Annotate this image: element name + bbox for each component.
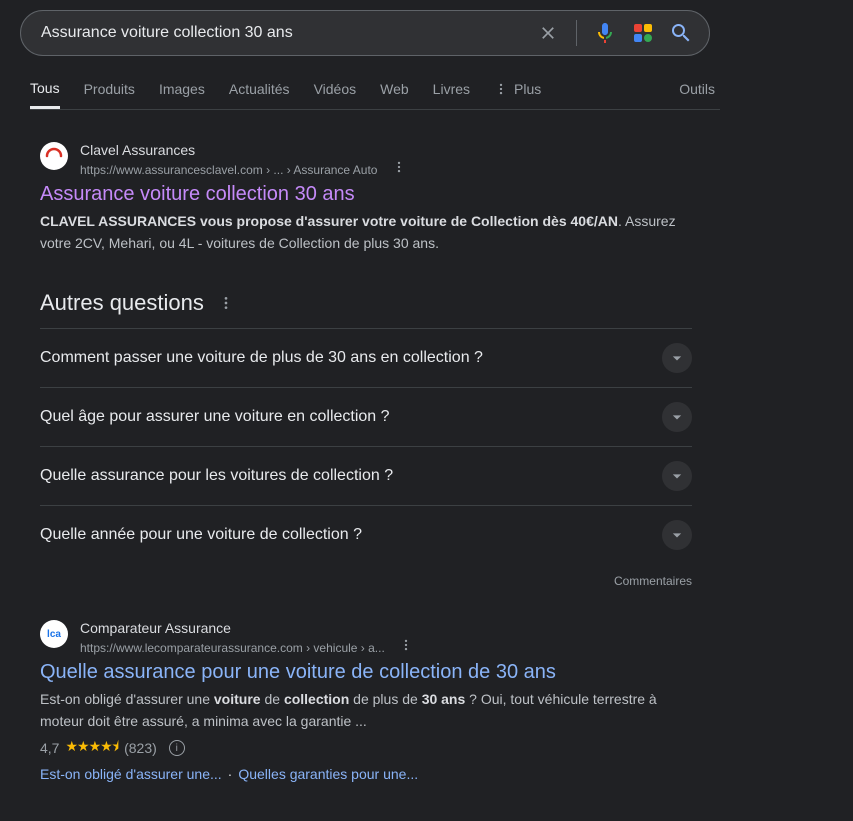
sublink[interactable]: Est-on obligé d'assurer une... [40, 766, 222, 782]
paa-question-text: Comment passer une voiture de plus de 30… [40, 349, 483, 367]
tab-more[interactable]: Plus [494, 81, 541, 108]
chevron-down-icon [662, 461, 692, 491]
result-title[interactable]: Assurance voiture collection 30 ans [40, 183, 692, 206]
paa-question[interactable]: Quelle année pour une voiture de collect… [40, 505, 692, 564]
paa-question[interactable]: Comment passer une voiture de plus de 30… [40, 328, 692, 387]
paa-question-text: Quelle assurance pour les voitures de co… [40, 467, 393, 485]
tab-products[interactable]: Produits [84, 81, 135, 108]
site-info[interactable]: Clavel Assurances https://www.assurances… [80, 140, 692, 179]
tab-more-label: Plus [514, 81, 541, 97]
chevron-down-icon [662, 520, 692, 550]
tabs-bar: Tous Produits Images Actualités Vidéos W… [30, 80, 720, 110]
result-favicon [40, 142, 68, 170]
chevron-down-icon [662, 402, 692, 432]
site-info[interactable]: Comparateur Assurance https://www.lecomp… [80, 618, 692, 657]
chevron-down-icon [662, 343, 692, 373]
results-container: Clavel Assurances https://www.assurances… [40, 140, 692, 782]
clear-icon[interactable] [536, 21, 560, 45]
site-url: https://www.assurancesclavel.com › ... ›… [80, 163, 377, 177]
snippet-bold: CLAVEL ASSURANCES vous propose d'assurer… [40, 213, 618, 229]
result-title[interactable]: Quelle assurance pour une voiture de col… [40, 661, 692, 684]
search-bar [20, 10, 710, 56]
result-menu-icon[interactable] [393, 638, 419, 652]
result-header: Clavel Assurances https://www.assurances… [40, 140, 692, 179]
info-icon[interactable]: i [169, 740, 185, 756]
site-name: Comparateur Assurance [80, 618, 692, 638]
rating-row: 4,7 ★★★★⯨ (823) i [40, 736, 692, 760]
rating-value: 4,7 [40, 740, 59, 756]
result-favicon: lca [40, 620, 68, 648]
paa-question[interactable]: Quelle assurance pour les voitures de co… [40, 446, 692, 505]
tab-images[interactable]: Images [159, 81, 205, 108]
result-header: lca Comparateur Assurance https://www.le… [40, 618, 692, 657]
search-icon[interactable] [669, 21, 693, 45]
tools-button[interactable]: Outils [679, 81, 715, 108]
tab-books[interactable]: Livres [433, 81, 470, 108]
vote-count: (823) [124, 740, 157, 756]
search-result: Clavel Assurances https://www.assurances… [40, 140, 692, 254]
voice-search-icon[interactable] [593, 21, 617, 45]
tab-web[interactable]: Web [380, 81, 409, 108]
result-menu-icon[interactable] [386, 160, 412, 174]
paa-question-text: Quel âge pour assurer une voiture en col… [40, 408, 390, 426]
more-dots-icon [494, 82, 508, 96]
tab-all[interactable]: Tous [30, 80, 60, 109]
paa-question-text: Quelle année pour une voiture de collect… [40, 526, 362, 544]
search-result: lca Comparateur Assurance https://www.le… [40, 618, 692, 782]
star-icon: ★★★★⯨ [65, 736, 118, 760]
paa-feedback[interactable]: Commentaires [40, 574, 692, 588]
site-url: https://www.lecomparateurassurance.com ›… [80, 641, 385, 655]
search-actions [536, 20, 699, 46]
lens-search-icon[interactable] [631, 21, 655, 45]
paa-menu-icon[interactable] [218, 295, 234, 311]
tab-news[interactable]: Actualités [229, 81, 290, 108]
result-snippet: CLAVEL ASSURANCES vous propose d'assurer… [40, 210, 692, 254]
site-name: Clavel Assurances [80, 140, 692, 160]
paa-question[interactable]: Quel âge pour assurer une voiture en col… [40, 387, 692, 446]
result-sublinks: Est-on obligé d'assurer une...·Quelles g… [40, 766, 692, 782]
tab-videos[interactable]: Vidéos [314, 81, 357, 108]
result-snippet: Est-on obligé d'assurer une voiture de c… [40, 688, 692, 732]
people-also-ask: Autres questions Comment passer une voit… [40, 290, 692, 588]
search-input[interactable] [41, 24, 536, 42]
sublink[interactable]: Quelles garanties pour une... [238, 766, 418, 782]
paa-title: Autres questions [40, 290, 204, 316]
divider [576, 20, 577, 46]
